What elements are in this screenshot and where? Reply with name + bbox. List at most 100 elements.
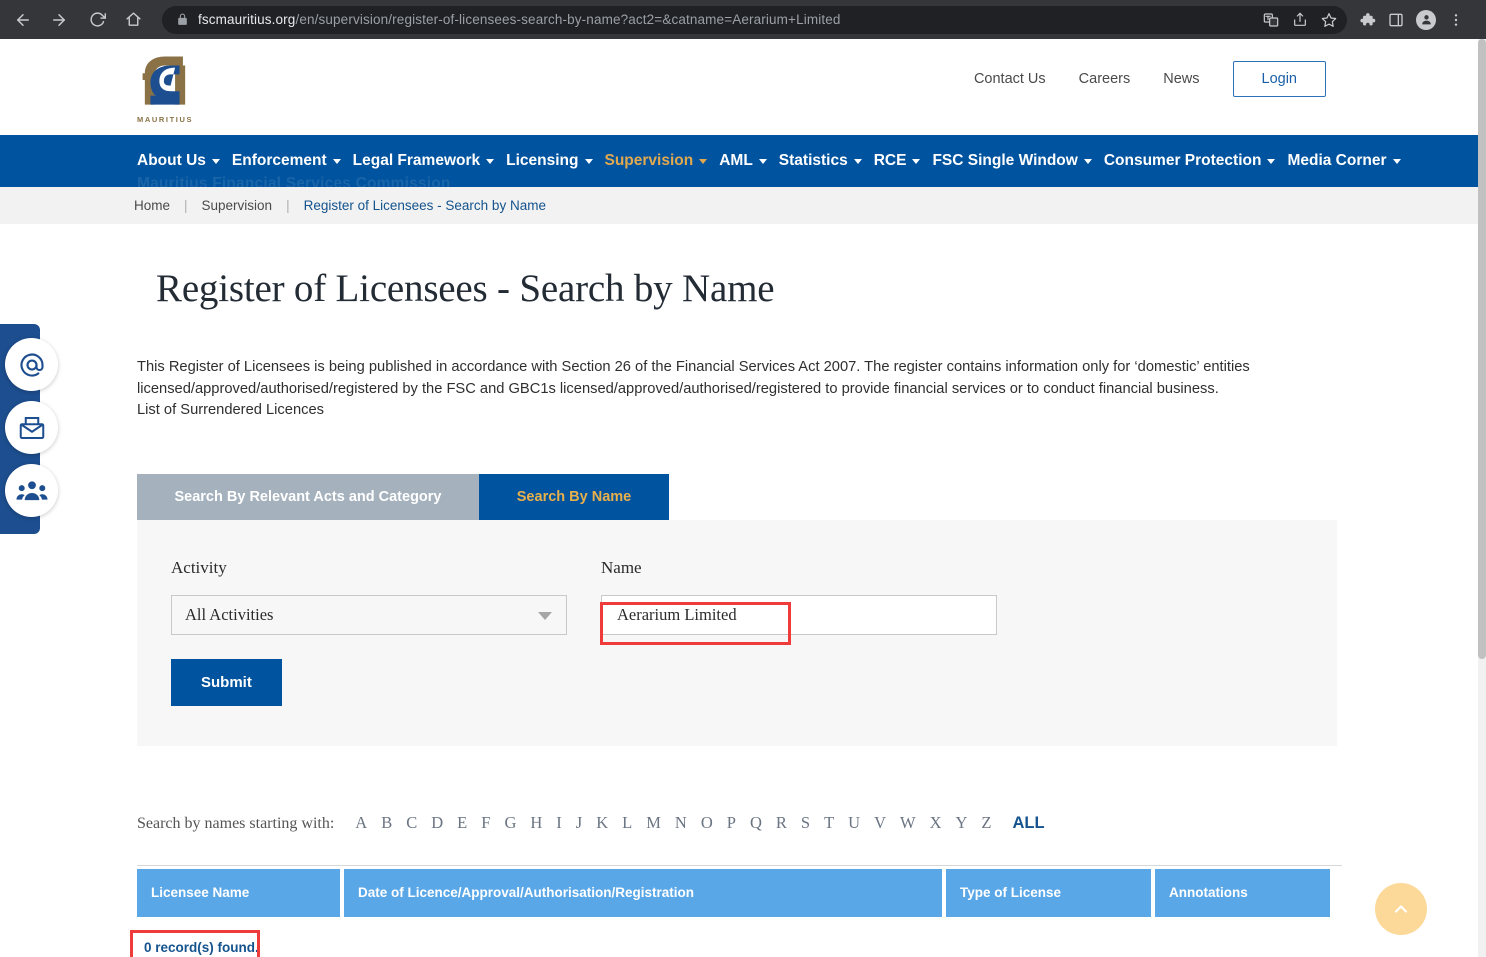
alphabet-filter: Search by names starting with: A B C D E… bbox=[137, 813, 1338, 833]
alpha-letter-m[interactable]: M bbox=[646, 813, 661, 833]
alpha-letter-q[interactable]: Q bbox=[750, 813, 762, 833]
chevron-up-icon bbox=[1394, 905, 1408, 913]
alpha-letter-x[interactable]: X bbox=[930, 813, 942, 833]
side-panel-icon[interactable] bbox=[1388, 12, 1404, 28]
nav-label: RCE bbox=[873, 152, 907, 169]
page-scrollbar[interactable] bbox=[1478, 39, 1486, 957]
alpha-letter-u[interactable]: U bbox=[848, 813, 860, 833]
activity-selected-value: All Activities bbox=[185, 604, 274, 624]
nav-item-media-corner[interactable]: Media Corner bbox=[1287, 152, 1401, 170]
nav-item-fsc-single-window[interactable]: FSC Single Window bbox=[932, 152, 1092, 170]
translate-icon[interactable] bbox=[1263, 12, 1279, 28]
alpha-letter-p[interactable]: P bbox=[727, 813, 736, 833]
alpha-letter-all[interactable]: ALL bbox=[1013, 814, 1045, 833]
nav-item-consumer-protection[interactable]: Consumer Protection bbox=[1104, 152, 1276, 170]
alpha-letter-e[interactable]: E bbox=[457, 813, 467, 833]
nav-item-statistics[interactable]: Statistics bbox=[779, 152, 862, 170]
record-count-text: 0 record(s) found. bbox=[144, 939, 259, 955]
breadcrumb-separator: | bbox=[286, 198, 290, 213]
chevron-down-icon bbox=[332, 158, 341, 164]
url-path: /en/supervision/register-of-licensees-se… bbox=[295, 12, 841, 27]
name-input[interactable] bbox=[601, 594, 997, 635]
nav-item-about-us[interactable]: About Us bbox=[137, 152, 220, 170]
chevron-down-icon bbox=[853, 158, 862, 164]
login-button[interactable]: Login bbox=[1232, 61, 1326, 97]
reload-icon[interactable] bbox=[82, 5, 112, 35]
results-table: Licensee Name Date of Licence/Approval/A… bbox=[137, 864, 1342, 917]
share-icon[interactable] bbox=[1292, 12, 1308, 28]
nav-item-licensing[interactable]: Licensing bbox=[506, 152, 593, 170]
alpha-letter-v[interactable]: V bbox=[874, 813, 886, 833]
alpha-letter-o[interactable]: O bbox=[701, 813, 713, 833]
alpha-letter-b[interactable]: B bbox=[381, 813, 392, 833]
breadcrumb-home[interactable]: Home bbox=[134, 198, 170, 213]
alpha-letter-g[interactable]: G bbox=[504, 813, 516, 833]
envelope-icon[interactable] bbox=[5, 401, 58, 454]
nav-label: Consumer Protection bbox=[1103, 152, 1262, 169]
alpha-letter-i[interactable]: I bbox=[556, 813, 562, 833]
nav-item-rce[interactable]: RCE bbox=[874, 152, 921, 170]
address-bar[interactable]: fscmauritius.org/en/supervision/register… bbox=[162, 5, 1347, 34]
browser-actions bbox=[1359, 9, 1464, 30]
url-text: fscmauritius.org/en/supervision/register… bbox=[198, 12, 1255, 27]
at-sign-icon[interactable] bbox=[5, 338, 58, 391]
alpha-letter-j[interactable]: J bbox=[576, 813, 582, 833]
lock-icon bbox=[176, 13, 189, 26]
column-header-licensee-name[interactable]: Licensee Name bbox=[137, 868, 340, 917]
activity-field-group: Activity All Activities bbox=[171, 558, 601, 635]
top-link-news[interactable]: News bbox=[1163, 71, 1199, 87]
site-header: MAURITIUS Contact Us Careers News Login bbox=[0, 39, 1478, 135]
alpha-letter-z[interactable]: Z bbox=[981, 813, 991, 833]
home-icon[interactable] bbox=[118, 5, 148, 35]
people-group-icon[interactable] bbox=[5, 464, 58, 517]
puzzle-icon[interactable] bbox=[1359, 11, 1376, 28]
alpha-letter-c[interactable]: C bbox=[406, 813, 417, 833]
alpha-letter-r[interactable]: R bbox=[776, 813, 787, 833]
name-label: Name bbox=[601, 557, 642, 577]
fsc-logo[interactable]: MAURITIUS bbox=[137, 53, 193, 125]
alpha-letter-t[interactable]: T bbox=[824, 813, 834, 833]
alpha-letter-f[interactable]: F bbox=[481, 813, 490, 833]
top-link-careers[interactable]: Careers bbox=[1079, 71, 1131, 87]
tab-search-by-name[interactable]: Search By Name bbox=[479, 473, 669, 520]
chevron-down-icon bbox=[912, 158, 921, 164]
alphabet-label: Search by names starting with: bbox=[137, 814, 335, 832]
profile-avatar-icon[interactable] bbox=[1416, 9, 1436, 30]
column-header-type-of-license[interactable]: Type of License bbox=[946, 868, 1151, 917]
column-header-annotations[interactable]: Annotations bbox=[1155, 868, 1330, 917]
nav-label: FSC Single Window bbox=[932, 152, 1078, 169]
alpha-letter-n[interactable]: N bbox=[675, 813, 687, 833]
star-icon[interactable] bbox=[1321, 12, 1337, 28]
nav-item-legal-framework[interactable]: Legal Framework bbox=[353, 152, 495, 170]
nav-item-supervision[interactable]: Supervision bbox=[605, 152, 708, 170]
utility-nav: Contact Us Careers News Login bbox=[974, 61, 1326, 97]
chevron-down-icon bbox=[758, 158, 767, 164]
social-rail bbox=[0, 324, 58, 534]
alpha-letter-a[interactable]: A bbox=[355, 813, 367, 833]
nav-item-aml[interactable]: AML bbox=[719, 152, 767, 170]
breadcrumb-current[interactable]: Register of Licensees - Search by Name bbox=[304, 198, 546, 213]
back-to-top-button[interactable] bbox=[1375, 883, 1427, 935]
submit-button[interactable]: Submit bbox=[171, 658, 282, 706]
three-dot-menu-icon[interactable] bbox=[1448, 12, 1464, 28]
alpha-letter-d[interactable]: D bbox=[431, 813, 443, 833]
nav-label: Enforcement bbox=[231, 152, 327, 169]
main-navigation: About Us Enforcement Legal Framework Lic… bbox=[0, 135, 1478, 187]
back-arrow-icon[interactable] bbox=[8, 5, 38, 35]
breadcrumb-supervision[interactable]: Supervision bbox=[202, 198, 273, 213]
alpha-letter-w[interactable]: W bbox=[900, 813, 916, 833]
alpha-letter-s[interactable]: S bbox=[801, 813, 810, 833]
top-link-contact-us[interactable]: Contact Us bbox=[974, 71, 1046, 87]
activity-select[interactable]: All Activities bbox=[171, 594, 567, 635]
alpha-letter-h[interactable]: H bbox=[530, 813, 542, 833]
breadcrumb: Home | Supervision | Register of License… bbox=[0, 187, 1478, 224]
nav-label: AML bbox=[719, 152, 753, 169]
alpha-letter-k[interactable]: K bbox=[596, 813, 608, 833]
forward-arrow-icon[interactable] bbox=[44, 5, 74, 35]
tab-search-by-relevant-acts-and-category[interactable]: Search By Relevant Acts and Category bbox=[137, 473, 479, 520]
column-header-date-of-licence[interactable]: Date of Licence/Approval/Authorisation/R… bbox=[344, 868, 942, 917]
alpha-letter-l[interactable]: L bbox=[622, 813, 632, 833]
scrollbar-thumb[interactable] bbox=[1478, 39, 1486, 659]
nav-item-enforcement[interactable]: Enforcement bbox=[232, 152, 341, 170]
alpha-letter-y[interactable]: Y bbox=[956, 813, 968, 833]
